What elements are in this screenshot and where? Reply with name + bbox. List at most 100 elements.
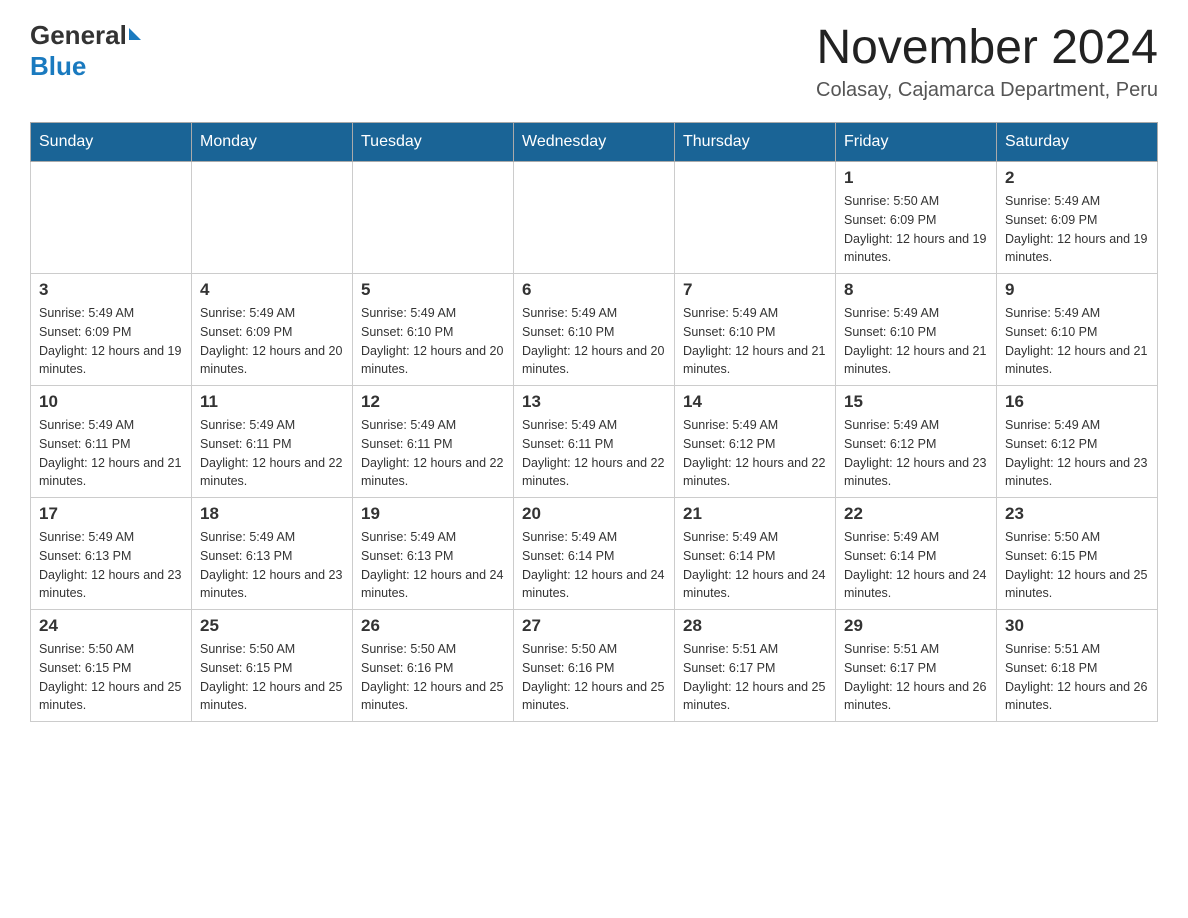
day-cell: 1 Sunrise: 5:50 AM Sunset: 6:09 PM Daylig… (836, 162, 997, 274)
week-row-4: 24 Sunrise: 5:50 AM Sunset: 6:15 PM Dayli… (31, 610, 1158, 722)
day-info: Sunrise: 5:49 AM Sunset: 6:10 PM Dayligh… (683, 304, 827, 379)
day-number: 26 (361, 616, 505, 636)
day-info: Sunrise: 5:49 AM Sunset: 6:09 PM Dayligh… (1005, 192, 1149, 267)
day-cell (514, 162, 675, 274)
header-monday: Monday (192, 123, 353, 162)
day-cell: 30Sunrise: 5:51 AM Sunset: 6:18 PM Dayli… (997, 610, 1158, 722)
day-cell: 11 Sunrise: 5:49 AM Sunset: 6:11 PM Dayli… (192, 386, 353, 498)
header-saturday: Saturday (997, 123, 1158, 162)
day-cell (675, 162, 836, 274)
day-info: Sunrise: 5:49 AM Sunset: 6:09 PM Dayligh… (39, 304, 183, 379)
header-friday: Friday (836, 123, 997, 162)
day-number: 8 (844, 280, 988, 300)
day-cell: 19Sunrise: 5:49 AM Sunset: 6:13 PM Dayli… (353, 498, 514, 610)
title-area: November 2024 Colasay, Cajamarca Departm… (816, 20, 1158, 102)
week-row-3: 17 Sunrise: 5:49 AM Sunset: 6:13 PM Dayli… (31, 498, 1158, 610)
day-info: Sunrise: 5:51 AM Sunset: 6:18 PM Dayligh… (1005, 640, 1149, 715)
day-cell: 21 Sunrise: 5:49 AM Sunset: 6:14 PM Dayli… (675, 498, 836, 610)
day-info: Sunrise: 5:49 AM Sunset: 6:12 PM Dayligh… (844, 416, 988, 491)
day-number: 17 (39, 504, 183, 524)
day-info: Sunrise: 5:49 AM Sunset: 6:09 PM Dayligh… (200, 304, 344, 379)
day-number: 16 (1005, 392, 1149, 412)
day-info: Sunrise: 5:49 AM Sunset: 6:12 PM Dayligh… (1005, 416, 1149, 491)
logo-blue: Blue (30, 51, 86, 82)
day-cell (192, 162, 353, 274)
calendar-table: Sunday Monday Tuesday Wednesday Thursday… (30, 122, 1158, 722)
day-cell: 14 Sunrise: 5:49 AM Sunset: 6:12 PM Dayli… (675, 386, 836, 498)
day-number: 21 (683, 504, 827, 524)
page-header: General Blue November 2024 Colasay, Caja… (30, 20, 1158, 102)
day-cell: 12 Sunrise: 5:49 AM Sunset: 6:11 PM Dayli… (353, 386, 514, 498)
week-row-2: 10 Sunrise: 5:49 AM Sunset: 6:11 PM Dayli… (31, 386, 1158, 498)
day-info: Sunrise: 5:49 AM Sunset: 6:14 PM Dayligh… (844, 528, 988, 603)
day-cell: 8 Sunrise: 5:49 AM Sunset: 6:10 PM Daylig… (836, 274, 997, 386)
day-info: Sunrise: 5:49 AM Sunset: 6:14 PM Dayligh… (683, 528, 827, 603)
day-number: 29 (844, 616, 988, 636)
day-number: 13 (522, 392, 666, 412)
day-info: Sunrise: 5:50 AM Sunset: 6:15 PM Dayligh… (1005, 528, 1149, 603)
day-number: 3 (39, 280, 183, 300)
day-cell (353, 162, 514, 274)
header-thursday: Thursday (675, 123, 836, 162)
day-info: Sunrise: 5:49 AM Sunset: 6:11 PM Dayligh… (361, 416, 505, 491)
day-number: 18 (200, 504, 344, 524)
day-number: 2 (1005, 168, 1149, 188)
day-number: 6 (522, 280, 666, 300)
day-cell (31, 162, 192, 274)
day-number: 11 (200, 392, 344, 412)
day-number: 27 (522, 616, 666, 636)
day-cell: 25Sunrise: 5:50 AM Sunset: 6:15 PM Dayli… (192, 610, 353, 722)
day-info: Sunrise: 5:49 AM Sunset: 6:10 PM Dayligh… (522, 304, 666, 379)
day-number: 14 (683, 392, 827, 412)
day-info: Sunrise: 5:50 AM Sunset: 6:09 PM Dayligh… (844, 192, 988, 267)
day-number: 20 (522, 504, 666, 524)
day-info: Sunrise: 5:49 AM Sunset: 6:10 PM Dayligh… (361, 304, 505, 379)
day-cell: 17 Sunrise: 5:49 AM Sunset: 6:13 PM Dayli… (31, 498, 192, 610)
day-info: Sunrise: 5:49 AM Sunset: 6:13 PM Dayligh… (200, 528, 344, 603)
day-cell: 22 Sunrise: 5:49 AM Sunset: 6:14 PM Dayli… (836, 498, 997, 610)
day-cell: 26 Sunrise: 5:50 AM Sunset: 6:16 PM Dayli… (353, 610, 514, 722)
day-info: Sunrise: 5:49 AM Sunset: 6:13 PM Dayligh… (39, 528, 183, 603)
day-info: Sunrise: 5:51 AM Sunset: 6:17 PM Dayligh… (683, 640, 827, 715)
week-row-1: 3 Sunrise: 5:49 AM Sunset: 6:09 PM Daylig… (31, 274, 1158, 386)
day-cell: 6 Sunrise: 5:49 AM Sunset: 6:10 PM Daylig… (514, 274, 675, 386)
day-number: 10 (39, 392, 183, 412)
week-row-0: 1 Sunrise: 5:50 AM Sunset: 6:09 PM Daylig… (31, 162, 1158, 274)
day-info: Sunrise: 5:50 AM Sunset: 6:16 PM Dayligh… (361, 640, 505, 715)
day-cell: 29 Sunrise: 5:51 AM Sunset: 6:17 PM Dayli… (836, 610, 997, 722)
day-info: Sunrise: 5:49 AM Sunset: 6:12 PM Dayligh… (683, 416, 827, 491)
day-cell: 7Sunrise: 5:49 AM Sunset: 6:10 PM Daylig… (675, 274, 836, 386)
day-number: 4 (200, 280, 344, 300)
day-number: 9 (1005, 280, 1149, 300)
main-title: November 2024 (816, 20, 1158, 75)
day-cell: 10Sunrise: 5:49 AM Sunset: 6:11 PM Dayli… (31, 386, 192, 498)
day-number: 25 (200, 616, 344, 636)
subtitle: Colasay, Cajamarca Department, Peru (816, 79, 1158, 102)
day-cell: 27Sunrise: 5:50 AM Sunset: 6:16 PM Dayli… (514, 610, 675, 722)
day-info: Sunrise: 5:49 AM Sunset: 6:11 PM Dayligh… (200, 416, 344, 491)
day-cell: 16 Sunrise: 5:49 AM Sunset: 6:12 PM Dayli… (997, 386, 1158, 498)
calendar-header-row: Sunday Monday Tuesday Wednesday Thursday… (31, 123, 1158, 162)
day-info: Sunrise: 5:49 AM Sunset: 6:10 PM Dayligh… (1005, 304, 1149, 379)
logo-text: General (30, 20, 141, 51)
day-number: 23 (1005, 504, 1149, 524)
day-cell: 9 Sunrise: 5:49 AM Sunset: 6:10 PM Daylig… (997, 274, 1158, 386)
day-info: Sunrise: 5:49 AM Sunset: 6:10 PM Dayligh… (844, 304, 988, 379)
day-number: 22 (844, 504, 988, 524)
day-number: 1 (844, 168, 988, 188)
day-cell: 18 Sunrise: 5:49 AM Sunset: 6:13 PM Dayli… (192, 498, 353, 610)
day-number: 5 (361, 280, 505, 300)
day-cell: 5 Sunrise: 5:49 AM Sunset: 6:10 PM Daylig… (353, 274, 514, 386)
day-cell: 23 Sunrise: 5:50 AM Sunset: 6:15 PM Dayli… (997, 498, 1158, 610)
day-number: 24 (39, 616, 183, 636)
day-info: Sunrise: 5:49 AM Sunset: 6:13 PM Dayligh… (361, 528, 505, 603)
day-cell: 13Sunrise: 5:49 AM Sunset: 6:11 PM Dayli… (514, 386, 675, 498)
day-info: Sunrise: 5:50 AM Sunset: 6:15 PM Dayligh… (39, 640, 183, 715)
day-cell: 20Sunrise: 5:49 AM Sunset: 6:14 PM Dayli… (514, 498, 675, 610)
day-number: 12 (361, 392, 505, 412)
day-info: Sunrise: 5:51 AM Sunset: 6:17 PM Dayligh… (844, 640, 988, 715)
logo-triangle-icon (129, 28, 141, 40)
header-wednesday: Wednesday (514, 123, 675, 162)
logo-general: General (30, 20, 127, 51)
day-cell: 15Sunrise: 5:49 AM Sunset: 6:12 PM Dayli… (836, 386, 997, 498)
